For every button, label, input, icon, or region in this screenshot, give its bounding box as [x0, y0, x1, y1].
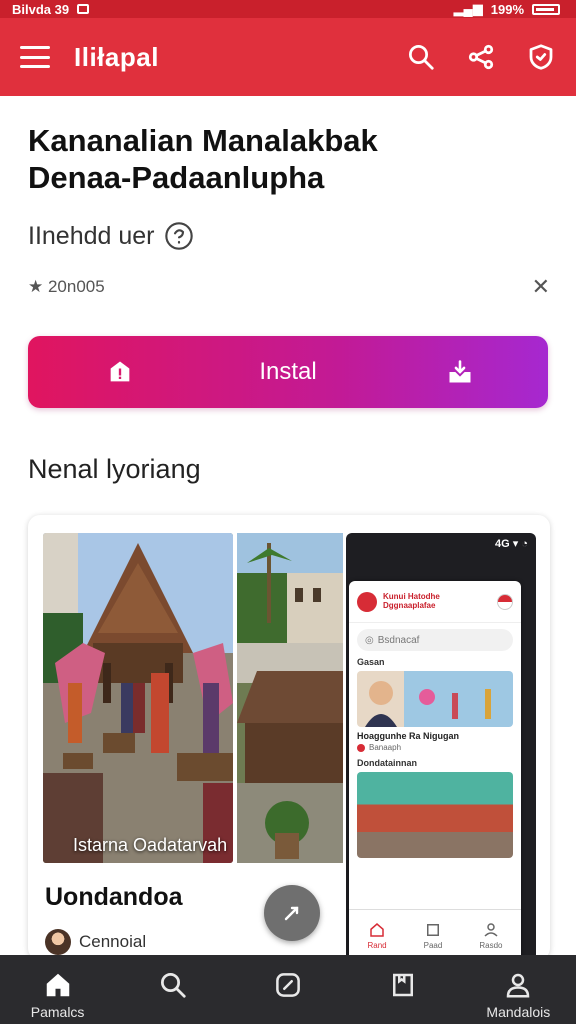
phone-section-1: Gasan: [357, 657, 385, 667]
subtitle-row: IInehdd uer: [28, 220, 195, 252]
phone-nav-explore: Paad: [424, 921, 442, 950]
phone-screen: Kunui Hatodhe Dggnaaplafae ◎ Bsdnacaf Ga…: [349, 581, 521, 960]
compass-icon: [276, 973, 300, 997]
phone-search: ◎ Bsdnacaf: [357, 629, 513, 651]
phone-status: 4G ▾ ◔: [495, 538, 528, 550]
status-bar: Bilvda 39 ▂▄▆ 199%: [0, 0, 576, 18]
house-photo: [237, 533, 343, 863]
avatar: [45, 929, 71, 955]
notification-icon: [77, 4, 90, 14]
install-label: Instal: [259, 358, 317, 385]
alert-icon: [106, 358, 134, 386]
signal-icon: ▂▄▆: [453, 1, 483, 16]
shield-icon[interactable]: [526, 42, 556, 72]
phone-header-title: Kunui Hatodhe Dggnaaplafae: [383, 591, 440, 610]
search-icon: [160, 973, 186, 998]
app-bar: Iliłapal: [0, 18, 576, 96]
nav-home-label: Pamalcs: [30, 1004, 85, 1020]
phone-nav-home: Rand: [368, 921, 387, 950]
nav-profile-label: Mandalois: [486, 1004, 551, 1020]
nav-home[interactable]: Pamalcs: [8, 970, 108, 1020]
phone-section-2: Dondatainnan: [357, 758, 417, 768]
phone-nav-profile: Rasdo: [479, 921, 502, 950]
edit-fab[interactable]: [264, 885, 320, 941]
phone-item-meta: Banaaph: [357, 743, 513, 752]
search-icon[interactable]: [406, 42, 436, 72]
phone-preview: 4G ▾ ◔ Kunui Hatodhe Dggnaaplafae ◎ Bsdn…: [346, 533, 536, 960]
section-title: Nenal lyoriang: [28, 454, 201, 484]
nav-bookmark[interactable]: [353, 970, 453, 1020]
preview-card[interactable]: Istarna Oadatarvah Uondandoa Cennoial 4G: [28, 515, 550, 960]
phone-logo: [357, 591, 377, 612]
battery-percent: 199%: [490, 1, 524, 17]
battery-icon: [532, 3, 560, 15]
nav-profile[interactable]: Mandalois: [468, 970, 568, 1020]
phone-nav: Rand Paad Rasdo: [349, 909, 521, 960]
nav-search[interactable]: [123, 970, 223, 1020]
install-button[interactable]: Instal: [28, 336, 548, 408]
help-icon[interactable]: [163, 220, 195, 252]
card-title: Uondandoa: [45, 883, 183, 911]
close-icon[interactable]: ✕: [532, 274, 550, 300]
phone-search-icon: ◎: [365, 634, 374, 646]
phone-item-caption: Hoaggunhe Ra Nigugan: [357, 731, 459, 741]
phone-search-placeholder: Bsdnacaf: [377, 634, 420, 646]
meta-row: ★ 20n005 ✕: [28, 274, 550, 300]
bottom-nav: Pamalcs Mandalois: [0, 955, 576, 1024]
photo-caption: Istarna Oadatarvah: [73, 835, 228, 855]
page-title-line2: Denaa-Padaanlupha: [28, 160, 325, 196]
home-icon: [46, 973, 69, 997]
phone-image-2: [357, 772, 513, 858]
rating-text: ★ 20n005: [28, 277, 105, 296]
flag-icon: [497, 593, 513, 610]
phone-header: Kunui Hatodhe Dggnaaplafae: [349, 581, 521, 623]
pencil-icon: [284, 906, 299, 921]
bookmark-icon: [393, 973, 414, 997]
app-title: Iliłapal: [74, 41, 159, 72]
author-name: Cennoial: [79, 932, 147, 951]
page-title-line1: Kananalian Manalakbak: [28, 123, 378, 158]
card-author: Cennoial: [45, 929, 146, 955]
menu-icon[interactable]: [20, 46, 50, 68]
phone-image-1: [357, 671, 513, 727]
share-icon[interactable]: [466, 42, 496, 72]
profile-icon: [507, 973, 530, 998]
status-time: Bilvda 39: [12, 1, 70, 17]
nav-compass[interactable]: [238, 970, 338, 1020]
subtitle-text: IInehdd uer: [28, 221, 155, 250]
village-photo: Istarna Oadatarvah: [43, 533, 233, 863]
page-title: Kananalian Manalakbak Denaa-Padaanlupha: [28, 122, 548, 196]
download-icon: [446, 358, 474, 386]
